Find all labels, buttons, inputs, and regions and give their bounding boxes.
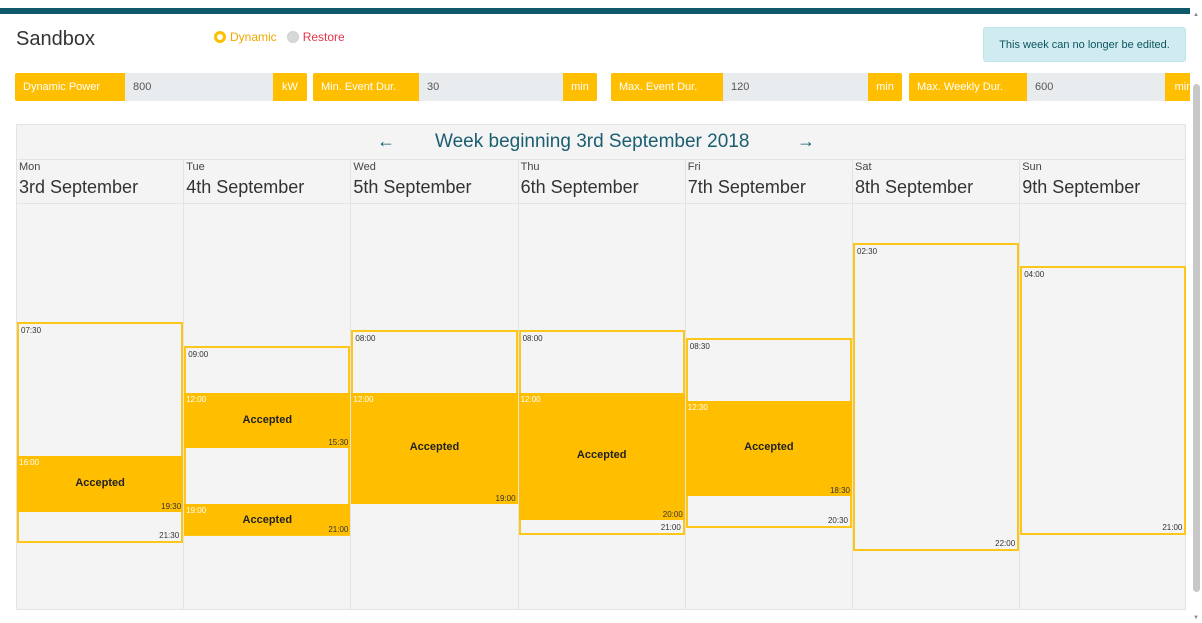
day-column-mon: Mon 3rd September 07:30 21:30 16:00 Accepted 1…: [17, 159, 185, 609]
week-calendar: ← Week beginning 3rd September 2018 → Mo…: [16, 124, 1188, 610]
param-label: Min. Event Dur.: [313, 73, 419, 101]
window-start-time: 02:30: [857, 246, 878, 256]
day-date: 7th September: [687, 177, 806, 197]
day-date: 4th September: [186, 177, 305, 197]
radio-dynamic-label: Dynamic: [230, 30, 277, 44]
day-name: Fri: [687, 161, 701, 173]
window-start-time: 08:00: [355, 333, 376, 343]
param-max-event-dur: Max. Event Dur. 120 min: [611, 73, 902, 101]
mode-radio-group: Dynamic Restore: [214, 30, 355, 44]
param-unit: min: [563, 73, 597, 101]
day-column-fri: Fri 7th September 08:30 20:30 12:30 Accepted 1…: [685, 159, 853, 609]
event-status-label: Accepted: [409, 441, 460, 454]
day-header: Mon 3rd September: [17, 159, 184, 204]
radio-restore-label: Restore: [302, 30, 345, 44]
day-date: 9th September: [1022, 177, 1141, 197]
day-name: Wed: [353, 161, 376, 173]
event-status-label: Accepted: [576, 449, 627, 462]
page-title: Sandbox: [16, 28, 95, 50]
window-end-time: 22:00: [995, 539, 1016, 549]
param-label: Max. Weekly Dur.: [909, 73, 1027, 101]
max-weekly-dur-input[interactable]: 600: [1027, 73, 1165, 101]
scroll-up-icon[interactable]: ▲: [1193, 12, 1199, 18]
day-header: Wed 5th September: [351, 159, 518, 204]
accepted-event[interactable]: 16:00 Accepted 19:30: [17, 456, 184, 512]
day-header: Thu 6th September: [518, 159, 685, 204]
param-label: Dynamic Power: [15, 73, 125, 101]
accepted-event[interactable]: 12:30 Accepted 18:30: [685, 400, 852, 496]
event-end-time: 19:00: [495, 493, 516, 503]
param-dynamic-power: Dynamic Power 800 kW: [15, 73, 307, 101]
day-date: 8th September: [855, 177, 974, 197]
radio-restore[interactable]: Restore: [286, 30, 345, 44]
max-event-dur-input[interactable]: 120: [723, 73, 868, 101]
event-end-time: 18:30: [829, 485, 850, 495]
availability-window[interactable]: 04:00 21:00: [1020, 266, 1187, 536]
window-end-time: 20:30: [827, 515, 848, 525]
dynamic-power-input[interactable]: 800: [125, 73, 273, 101]
event-start-time: 12:00: [353, 395, 374, 404]
event-start-time: 12:00: [520, 395, 541, 404]
param-label: Max. Event Dur.: [611, 73, 723, 101]
top-accent-bar: [0, 8, 1190, 14]
event-status-label: Accepted: [75, 477, 125, 490]
accepted-event[interactable]: 12:00 Accepted 20:00: [518, 393, 685, 520]
accepted-event[interactable]: 12:00 Accepted 19:00: [351, 393, 518, 504]
day-column-tue: Tue4th September09:0021:0012:00Accepted1…: [184, 159, 352, 609]
day-column-wed: Wed 5th September 08:00 19:00 12:00 Accepted1…: [351, 159, 519, 609]
scrollbar[interactable]: ▲ ▼: [1190, 0, 1202, 623]
event-end-time: 21:00: [328, 525, 349, 535]
window-start-time: 09:00: [188, 349, 209, 359]
window-end-time: 21:00: [1162, 523, 1183, 533]
event-status-label: Accepted: [744, 441, 794, 454]
readonly-alert: This week can no longer be edited.: [983, 27, 1186, 62]
day-column-thu: Thu 6th September 08:00 21:00 12:00 Accepted 2…: [518, 159, 686, 609]
radio-dynamic[interactable]: Dynamic: [214, 30, 277, 44]
calendar-header: ← Week beginning 3rd September 2018 →: [17, 125, 1185, 160]
window-start-time: 08:00: [522, 333, 543, 343]
event-status-label: Accepted: [242, 413, 293, 426]
arrow-left-icon[interactable]: ←: [377, 131, 395, 152]
scroll-thumb[interactable]: [1193, 84, 1200, 592]
day-column-sat: Sat 8th September 02:30 22:00: [853, 159, 1021, 609]
window-start-time: 04:00: [1024, 270, 1045, 280]
window-start-time: 08:30: [689, 341, 710, 351]
event-end-time: 19:30: [161, 501, 182, 511]
param-min-event-dur: Min. Event Dur. 30 min: [313, 73, 597, 101]
week-title: Week beginning 3rd September 2018: [435, 131, 750, 152]
event-start-time: 12:00: [186, 395, 207, 404]
day-header: Tue 4th September: [184, 159, 351, 204]
day-name: Mon: [19, 161, 41, 173]
min-event-dur-input[interactable]: 30: [419, 73, 563, 101]
scroll-down-icon[interactable]: ▼: [1193, 615, 1199, 621]
day-header: Fri 7th September: [685, 159, 852, 204]
day-column-sun: Sun 9th September 04:00 21:00: [1020, 159, 1188, 609]
window-end-time: 21:00: [660, 523, 681, 533]
day-header: Sat 8th September: [853, 159, 1020, 204]
radio-unselected-icon: [286, 31, 299, 43]
day-date: 3rd September: [19, 177, 139, 197]
radio-selected-icon: [214, 31, 226, 43]
event-end-time: 15:30: [328, 438, 349, 448]
param-unit: min: [868, 73, 902, 101]
day-header: Sun 9th September: [1020, 159, 1188, 204]
event-start-time: 12:30: [687, 402, 708, 412]
event-end-time: 20:00: [662, 509, 683, 519]
window-end-time: 21:30: [159, 531, 180, 541]
day-name: Sun: [1022, 161, 1042, 173]
accepted-event[interactable]: 19:00 Accepted 21:00: [184, 503, 351, 536]
day-name: Tue: [186, 161, 205, 173]
day-name: Thu: [520, 161, 540, 173]
day-date: 5th September: [353, 177, 472, 197]
arrow-right-icon[interactable]: →: [797, 131, 815, 152]
day-name: Sat: [855, 161, 872, 173]
day-date: 6th September: [520, 177, 639, 197]
accepted-event[interactable]: 12:00 Accepted 15:30: [184, 393, 351, 449]
param-unit: kW: [273, 73, 307, 101]
window-start-time: 07:30: [21, 325, 42, 335]
param-max-weekly-dur: Max. Weekly Dur. 600 min: [909, 73, 1202, 101]
event-status-label: Accepted: [242, 513, 293, 526]
event-start-time: 16:00: [19, 458, 40, 468]
availability-window[interactable]: 02:30 22:00: [853, 242, 1020, 552]
